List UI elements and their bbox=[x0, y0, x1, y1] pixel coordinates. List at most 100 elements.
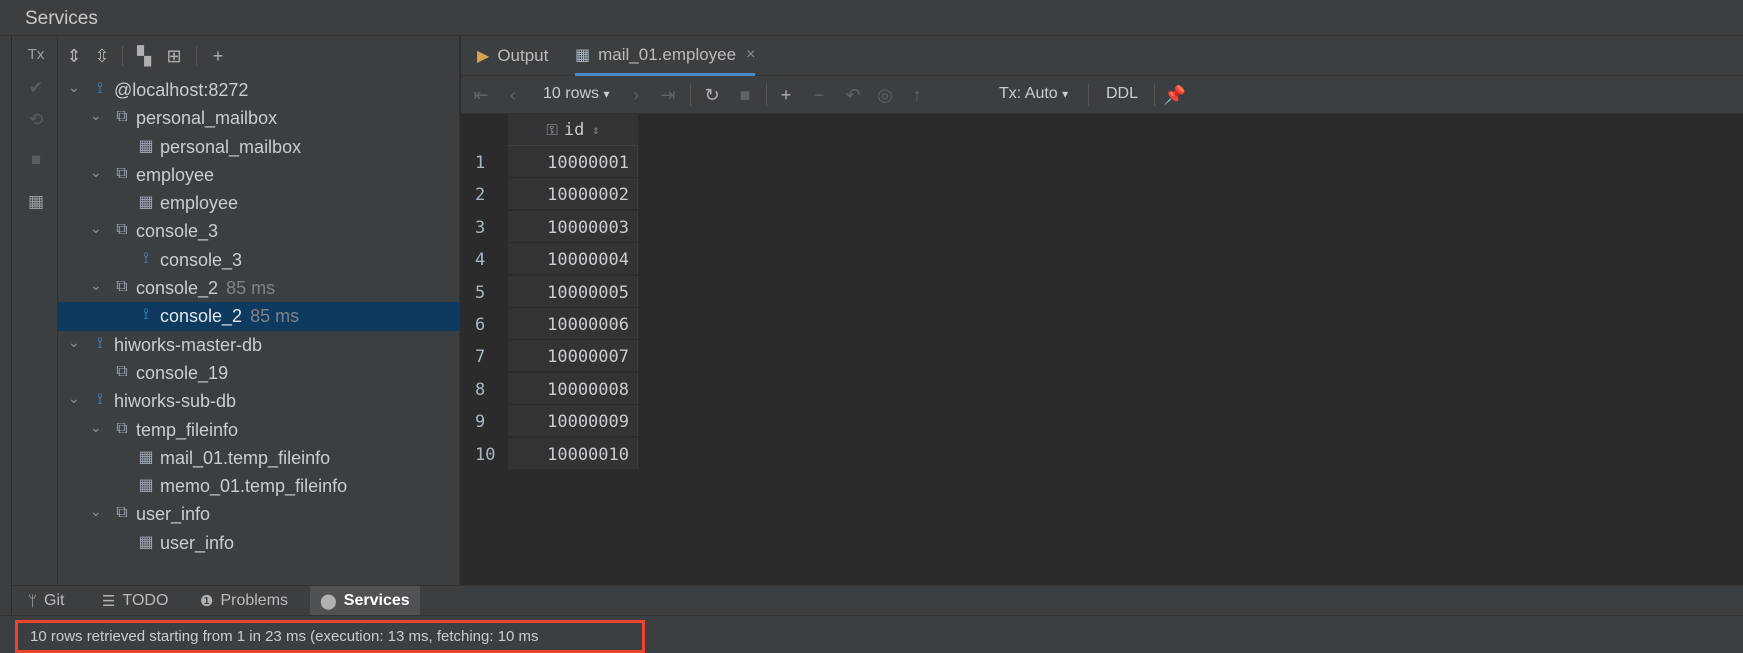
add-row-icon[interactable]: + bbox=[775, 83, 797, 107]
table-row[interactable]: 8 10000008 bbox=[461, 372, 638, 405]
new-layout-icon[interactable]: ⊞ bbox=[162, 44, 186, 68]
tree-item[interactable]: ⧉ console_19 bbox=[58, 359, 460, 387]
stop-icon[interactable]: ■ bbox=[24, 148, 48, 172]
tab-label: mail_01.employee bbox=[598, 44, 737, 64]
chevron-down-icon[interactable]: ⌄ bbox=[90, 277, 104, 294]
chevron-down-icon[interactable]: ⌄ bbox=[68, 334, 82, 351]
id-cell[interactable]: 10000008 bbox=[508, 372, 638, 405]
tool-tab-problems[interactable]: ❶ Problems bbox=[200, 586, 288, 616]
left-edge-strip bbox=[0, 36, 12, 616]
tree-item[interactable]: ⌄ ⧉ user_info bbox=[58, 500, 460, 528]
chevron-down-icon[interactable]: ⌄ bbox=[90, 107, 104, 124]
tool-tab-todo[interactable]: ☰ TODO bbox=[102, 586, 168, 616]
id-cell[interactable]: 10000002 bbox=[508, 178, 638, 211]
chevron-down-icon[interactable]: ⌄ bbox=[90, 419, 104, 436]
tree-item[interactable]: ⌄ ⟟ @localhost:8272 bbox=[58, 76, 460, 104]
delete-row-icon[interactable]: − bbox=[809, 83, 829, 107]
id-cell[interactable]: 10000004 bbox=[508, 243, 638, 276]
tree-item-label: mail_01.temp_fileinfo bbox=[160, 447, 331, 468]
collapse-all-icon[interactable]: ⇳ bbox=[90, 44, 114, 68]
tree-item[interactable]: ⌄ ⧉ console_3 bbox=[58, 217, 460, 245]
table-row[interactable]: 9 10000009 bbox=[461, 405, 638, 438]
id-cell[interactable]: 10000005 bbox=[508, 275, 638, 308]
tool-tab-git[interactable]: ᛘ Git bbox=[28, 586, 64, 616]
table-row[interactable]: 10 10000010 bbox=[461, 437, 638, 470]
id-cell[interactable]: 10000006 bbox=[508, 308, 638, 340]
status-bar: 10 rows retrieved starting from 1 in 23 … bbox=[0, 615, 1743, 653]
chevron-down-icon[interactable]: ⌄ bbox=[68, 79, 82, 96]
tree-item[interactable]: ⌄ ⧉ employee bbox=[58, 161, 460, 189]
table-row[interactable]: 5 10000005 bbox=[461, 275, 638, 308]
tree-item[interactable]: ▦ mail_01.temp_fileinfo bbox=[58, 444, 460, 472]
next-page-icon[interactable]: › bbox=[626, 83, 646, 107]
expand-all-icon[interactable]: ⇕ bbox=[62, 44, 86, 68]
tool-tab-label: TODO bbox=[122, 592, 169, 609]
table-row[interactable]: 2 10000002 bbox=[461, 178, 638, 211]
tx-mode-button[interactable]: Tx bbox=[24, 42, 48, 66]
tx-auto-dropdown[interactable]: Tx: Auto ▾ bbox=[999, 85, 1068, 103]
row-number: 9 bbox=[461, 405, 507, 438]
datasource-icon: ⟟ bbox=[97, 334, 103, 352]
table-row[interactable]: 1 10000001 bbox=[461, 146, 638, 178]
tree-item[interactable]: ⌄ ⧉ temp_fileinfo bbox=[58, 416, 460, 444]
tree-item[interactable]: ⟟ console_3 bbox=[58, 246, 460, 274]
services-tree: ⌄ ⟟ @localhost:8272 ⌄ ⧉ personal_mailbox ▦ pers… bbox=[58, 76, 460, 557]
stop-query-icon[interactable]: ■ bbox=[735, 83, 755, 107]
id-cell[interactable]: 10000001 bbox=[508, 146, 638, 178]
table-icon: ▦ bbox=[138, 477, 154, 495]
column-header-id[interactable]: ⚿ id ⇕ bbox=[508, 114, 638, 146]
id-cell[interactable]: 10000007 bbox=[508, 340, 638, 373]
tree-item-label: employee bbox=[160, 193, 239, 214]
id-cell[interactable]: 10000009 bbox=[508, 405, 638, 438]
grid-toolbar: ⇤ ‹ 10 rows ▾ › ⇥ ↻ ■ + − ↶ ◎ ↑ Tx: Auto… bbox=[461, 76, 1743, 114]
previous-page-icon[interactable]: ‹ bbox=[503, 83, 523, 107]
tree-item[interactable]: ⟟ console_2 85 ms bbox=[58, 302, 460, 331]
layout-icon[interactable]: ▦ bbox=[24, 190, 48, 214]
table-row[interactable]: 4 10000004 bbox=[461, 243, 638, 276]
tree-item[interactable]: ⌄ ⧉ console_2 85 ms bbox=[58, 274, 460, 302]
id-cell[interactable]: 10000003 bbox=[508, 210, 638, 243]
rollback-icon[interactable]: ⟲ bbox=[24, 108, 48, 132]
tree-item-label: console_2 bbox=[136, 278, 219, 299]
tree-item[interactable]: ⌄ ⧉ personal_mailbox bbox=[58, 104, 460, 132]
table-row[interactable]: 7 10000007 bbox=[461, 340, 638, 373]
tab-output[interactable]: ▶ Output bbox=[477, 36, 548, 76]
pin-tab-icon[interactable]: 📌 bbox=[1164, 83, 1186, 107]
row-number: 4 bbox=[461, 243, 507, 276]
tab-table[interactable]: ▦ mail_01.employee × bbox=[575, 36, 756, 76]
tool-tab-label: Git bbox=[44, 592, 65, 609]
page-size-dropdown[interactable]: 10 rows ▾ bbox=[543, 85, 610, 103]
chevron-down-icon[interactable]: ⌄ bbox=[90, 503, 104, 520]
chevron-down-icon[interactable]: ⌄ bbox=[90, 164, 104, 181]
ddl-button[interactable]: DDL bbox=[1106, 85, 1138, 103]
session-icon: ⧉ bbox=[116, 108, 128, 126]
first-page-icon[interactable]: ⇤ bbox=[471, 83, 491, 107]
revert-icon[interactable]: ↶ bbox=[843, 83, 863, 107]
close-icon[interactable]: × bbox=[746, 46, 755, 64]
id-cell[interactable]: 10000010 bbox=[508, 437, 638, 470]
last-page-icon[interactable]: ⇥ bbox=[658, 83, 678, 107]
commit-check-icon[interactable]: ✔ bbox=[24, 76, 48, 100]
tree-item[interactable]: ▦ employee bbox=[58, 189, 460, 217]
add-icon[interactable]: + bbox=[206, 44, 230, 68]
table-row[interactable]: 3 10000003 bbox=[461, 210, 638, 243]
submit-icon[interactable]: ↑ bbox=[907, 83, 927, 107]
preview-changes-icon[interactable]: ◎ bbox=[875, 83, 895, 107]
tx-label: Tx bbox=[27, 45, 45, 63]
tree-item[interactable]: ⌄ ⟟ hiworks-sub-db bbox=[58, 387, 460, 415]
services-icon: ⬤ bbox=[320, 593, 337, 610]
refresh-icon[interactable]: ↻ bbox=[701, 83, 723, 107]
group-by-icon[interactable]: ▚ bbox=[132, 44, 156, 68]
chevron-down-icon[interactable]: ⌄ bbox=[68, 390, 82, 407]
table-row[interactable]: 6 10000006 bbox=[461, 308, 638, 340]
sort-icon[interactable]: ⇕ bbox=[592, 123, 599, 137]
tree-item[interactable]: ⌄ ⟟ hiworks-master-db bbox=[58, 331, 460, 359]
tool-tab-services[interactable]: ⬤ Services bbox=[310, 586, 420, 616]
tree-item[interactable]: ▦ memo_01.temp_fileinfo bbox=[58, 472, 460, 500]
tree-item[interactable]: ▦ user_info bbox=[58, 529, 460, 557]
table-icon: ▦ bbox=[138, 448, 154, 466]
tree-item[interactable]: ▦ personal_mailbox bbox=[58, 133, 460, 161]
tree-item-label: hiworks-master-db bbox=[114, 334, 263, 355]
execution-time: 85 ms bbox=[226, 278, 276, 299]
chevron-down-icon[interactable]: ⌄ bbox=[90, 220, 104, 237]
